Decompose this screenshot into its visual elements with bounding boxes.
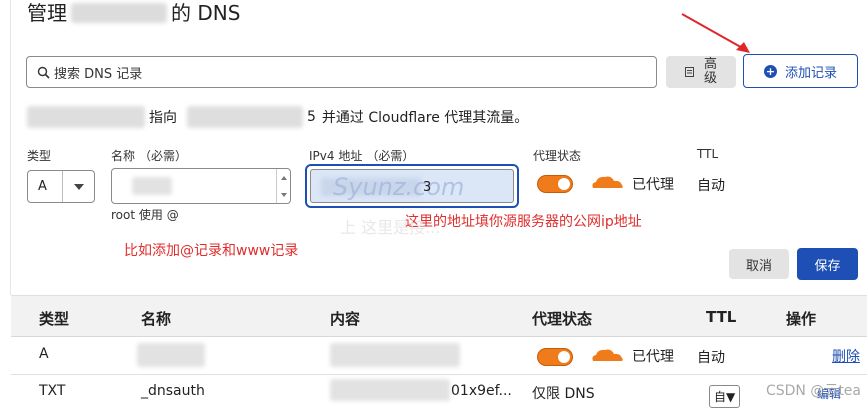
row-type: TXT [39, 383, 66, 399]
add-record-button[interactable]: + 添加记录 [743, 54, 858, 88]
search-icon [37, 66, 50, 79]
redacted-zone [71, 3, 167, 23]
name-label-text: 名称 [111, 149, 136, 163]
col-content: 内容 [330, 310, 361, 328]
plus-circle-icon: + [763, 64, 777, 78]
ip-annotation: 这里的地址填你源服务器的公网ip地址 [405, 214, 642, 230]
document-icon [684, 67, 694, 77]
redacted-name-value [132, 177, 172, 195]
proxy-toggle[interactable] [537, 175, 573, 193]
redacted-name [27, 106, 145, 128]
row-proxy-toggle[interactable] [537, 348, 573, 366]
row-ttl-select[interactable]: 自▼ [709, 385, 741, 408]
info-pointer: 指向 [149, 110, 177, 126]
type-label: 类型 [27, 149, 52, 163]
col-ttl: TTL [706, 308, 737, 326]
table-row[interactable]: A 已代理 自动 删除 [11, 337, 867, 375]
row-type: A [39, 346, 49, 362]
col-type: 类型 [39, 310, 70, 328]
ipv4-input[interactable]: Syunz.com 3 [305, 164, 519, 208]
redacted-ip [187, 106, 303, 128]
faint-watermark-text: 上 这里是接... [340, 218, 441, 237]
name-required: （必需） [139, 149, 188, 163]
type-value: A [38, 179, 47, 194]
ttl-label: TTL [697, 147, 719, 161]
row-proxy-status: 已代理 [632, 349, 674, 365]
redacted-row-content [330, 379, 450, 401]
table-header: 类型 名称 内容 代理状态 TTL 操作 [11, 295, 867, 337]
cancel-button[interactable]: 取消 [729, 249, 789, 279]
title-suffix: 的 DNS [171, 1, 241, 25]
info-tail-digit: 5 [307, 109, 316, 125]
delete-link[interactable]: 删除 [832, 346, 860, 366]
ipv4-label: IPv4 地址 （必需） [309, 147, 414, 164]
name-input[interactable] [111, 168, 291, 204]
advanced-label: 高级 [703, 57, 717, 86]
row-proxy-status: 仅限 DNS [532, 386, 595, 402]
table-row[interactable]: TXT _dnsauth 01x9ef... 仅限 DNS 自▼ 编辑 [11, 375, 867, 408]
left-border [10, 0, 11, 295]
name-label: 名称 （必需） [111, 147, 187, 164]
save-button[interactable]: 保存 [797, 248, 858, 280]
row-name: _dnsauth [141, 383, 205, 399]
add-record-label: 添加记录 [784, 65, 837, 81]
row-content: 01x9ef... [451, 383, 512, 399]
dns-search-input[interactable]: 搜索 DNS 记录 [26, 56, 657, 88]
stepper-icon[interactable] [276, 169, 290, 203]
ipv4-required: （必需） [366, 149, 415, 163]
ipv4-label-text: IPv4 地址 [309, 149, 363, 163]
proxy-label: 代理状态 [533, 149, 582, 163]
ipv4-watermark: Syunz.com [333, 173, 465, 201]
csdn-watermark: CSDN @云tea [765, 383, 861, 399]
type-select[interactable]: A [27, 170, 95, 203]
cloud-icon [592, 176, 623, 188]
title-prefix: 管理 [27, 1, 67, 25]
row-ttl: 自动 [697, 350, 725, 366]
col-name: 名称 [141, 310, 172, 328]
name-hint: root 使用 @ [111, 208, 179, 222]
record-info-line: 指向 5 并通过 Cloudflare 代理其流量。 [27, 106, 528, 128]
page-title: 管理 的 DNS [27, 0, 240, 26]
col-proxy: 代理状态 [532, 310, 593, 328]
ipv4-input-field[interactable]: Syunz.com 3 [310, 169, 514, 203]
redacted-row-name [137, 343, 205, 367]
add-annotation: 比如添加@记录和www记录 [124, 243, 299, 259]
advanced-button[interactable]: 高级 [666, 56, 736, 88]
col-actions: 操作 [786, 310, 817, 328]
search-placeholder: 搜索 DNS 记录 [54, 66, 143, 82]
ttl-value[interactable]: 自动 [697, 175, 725, 195]
proxy-status-value: 已代理 [632, 177, 674, 193]
info-suffix: 并通过 Cloudflare 代理其流量。 [321, 110, 529, 126]
cloud-icon [592, 349, 623, 361]
red-arrow-annotation [681, 13, 750, 53]
redacted-row-content [330, 343, 460, 367]
ipv4-tail: 3 [423, 180, 432, 195]
chevron-down-icon[interactable] [62, 171, 94, 202]
